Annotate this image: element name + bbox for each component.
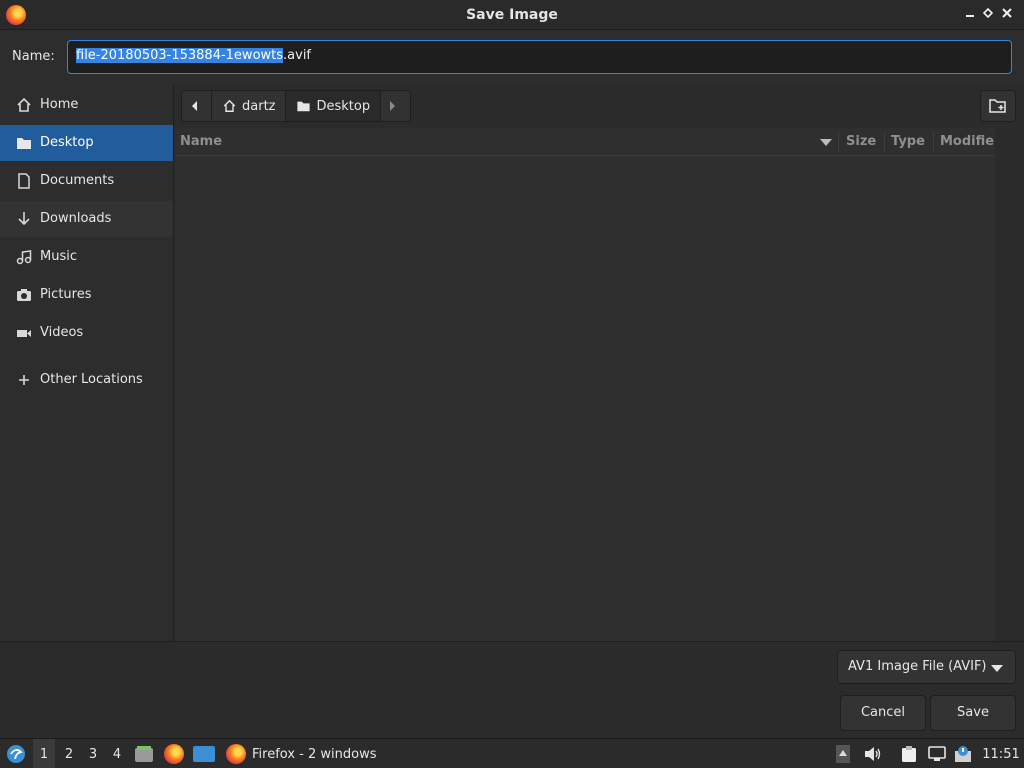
- sidebar-item-downloads[interactable]: Downloads: [0, 201, 173, 237]
- back-button[interactable]: [182, 91, 212, 121]
- minimize-icon: [966, 15, 974, 17]
- network-icon: [928, 746, 946, 761]
- download-icon: [18, 212, 30, 226]
- title-bar: Save Image: [0, 0, 1024, 30]
- file-list-header: Name Size Type Modifie: [175, 128, 995, 156]
- chevron-right-icon: [390, 101, 396, 111]
- file-manager-icon: [135, 746, 153, 762]
- crumb-label: Desktop: [316, 98, 371, 114]
- crumb-label: dartz: [242, 98, 276, 114]
- name-row: Name: file-20180503-153884-1ewowts.avif: [0, 30, 1024, 84]
- sidebar-item-desktop[interactable]: Desktop: [0, 125, 173, 161]
- sidebar-item-label: Downloads: [40, 211, 112, 226]
- dialog-footer: AV1 Image File (AVIF) Cancel Save: [0, 641, 1024, 738]
- folder-icon: [17, 138, 31, 149]
- window-title: Save Image: [466, 7, 558, 23]
- clock[interactable]: 11:51: [980, 739, 1022, 768]
- column-type[interactable]: Type: [891, 134, 925, 149]
- close-button[interactable]: [998, 6, 1016, 24]
- sidebar-item-home[interactable]: Home: [0, 87, 173, 123]
- save-button[interactable]: Save: [930, 695, 1016, 731]
- volume-icon: [865, 747, 881, 761]
- show-desktop-button[interactable]: [192, 739, 216, 768]
- clipboard-button[interactable]: [898, 739, 920, 768]
- filename-selected-text: file-20180503-153884-1ewowts: [76, 48, 284, 63]
- folder-icon: [297, 101, 311, 112]
- sidebar-item-videos[interactable]: Videos: [0, 315, 173, 351]
- notification-button[interactable]: [952, 739, 974, 768]
- firefox-icon: [226, 744, 246, 764]
- minimize-button[interactable]: [961, 6, 979, 24]
- camera-icon: [17, 289, 31, 301]
- tray-expand-button[interactable]: [834, 739, 852, 768]
- new-folder-icon: [989, 99, 1006, 113]
- maximize-button[interactable]: [979, 6, 997, 24]
- sidebar-item-music[interactable]: Music: [0, 239, 173, 275]
- task-label: Firefox - 2 windows: [252, 746, 377, 762]
- list-gutter: [995, 128, 1024, 641]
- file-list[interactable]: Name Size Type Modifie: [175, 128, 995, 641]
- desktop-icon: [193, 746, 215, 762]
- notification-icon: [955, 746, 971, 762]
- filename-input[interactable]: file-20180503-153884-1ewowts.avif: [67, 40, 1012, 74]
- filename-extension: .avif: [283, 48, 312, 63]
- forward-button[interactable]: [381, 91, 410, 121]
- new-folder-button[interactable]: [980, 90, 1016, 122]
- firefox-icon: [164, 744, 184, 764]
- workspace-3[interactable]: 3: [82, 739, 104, 768]
- close-icon: [1002, 8, 1012, 18]
- path-bar: dartz Desktop: [174, 84, 1024, 128]
- taskbar: 1 2 3 4 Firefox - 2 windows 11:51: [0, 738, 1024, 768]
- sidebar-item-documents[interactable]: Documents: [0, 163, 173, 199]
- file-type-filter[interactable]: AV1 Image File (AVIF): [837, 650, 1016, 684]
- crumb-desktop[interactable]: Desktop: [286, 91, 382, 121]
- breadcrumb: dartz Desktop: [181, 90, 412, 122]
- sidebar-item-label: Other Locations: [40, 372, 143, 387]
- sidebar-item-label: Documents: [40, 173, 115, 188]
- music-icon: [16, 250, 32, 265]
- lxqt-logo-icon: [7, 745, 25, 763]
- sidebar-item-label: Music: [40, 249, 77, 264]
- chevron-down-icon: [991, 665, 1003, 672]
- home-icon: [17, 97, 31, 112]
- firefox-launcher[interactable]: [162, 739, 186, 768]
- chevron-left-icon: [192, 101, 197, 111]
- home-icon: [223, 99, 236, 112]
- restore-icon: [982, 7, 994, 19]
- sidebar-item-label: Home: [40, 97, 79, 112]
- sidebar-item-label: Pictures: [40, 287, 92, 302]
- column-modified[interactable]: Modifie: [940, 134, 994, 149]
- file-type-selected: AV1 Image File (AVIF): [848, 659, 987, 674]
- column-size[interactable]: Size: [846, 134, 876, 149]
- task-button-firefox[interactable]: Firefox - 2 windows: [222, 739, 388, 768]
- plus-icon: [19, 375, 29, 385]
- workspace-2[interactable]: 2: [58, 739, 80, 768]
- sidebar-item-other-locations[interactable]: Other Locations: [0, 362, 173, 398]
- crumb-home[interactable]: dartz: [212, 91, 287, 121]
- file-manager-launcher[interactable]: [132, 739, 156, 768]
- workspace-1[interactable]: 1: [33, 739, 55, 768]
- places-sidebar: Home Desktop Documents Downloads Music P…: [0, 84, 174, 642]
- volume-button[interactable]: [862, 739, 884, 768]
- document-icon: [18, 173, 30, 189]
- column-name[interactable]: Name: [180, 134, 222, 149]
- workspace-4[interactable]: 4: [106, 739, 128, 768]
- network-button[interactable]: [926, 739, 948, 768]
- name-label: Name:: [12, 49, 55, 64]
- sidebar-item-label: Desktop: [40, 135, 94, 150]
- sort-descending-icon: [820, 139, 832, 146]
- cancel-button[interactable]: Cancel: [840, 695, 926, 731]
- sidebar-item-pictures[interactable]: Pictures: [0, 277, 173, 313]
- video-icon: [17, 330, 31, 337]
- chevron-up-icon: [836, 745, 850, 763]
- clipboard-icon: [902, 746, 916, 762]
- start-menu-button[interactable]: [3, 739, 29, 768]
- sidebar-item-label: Videos: [40, 325, 84, 340]
